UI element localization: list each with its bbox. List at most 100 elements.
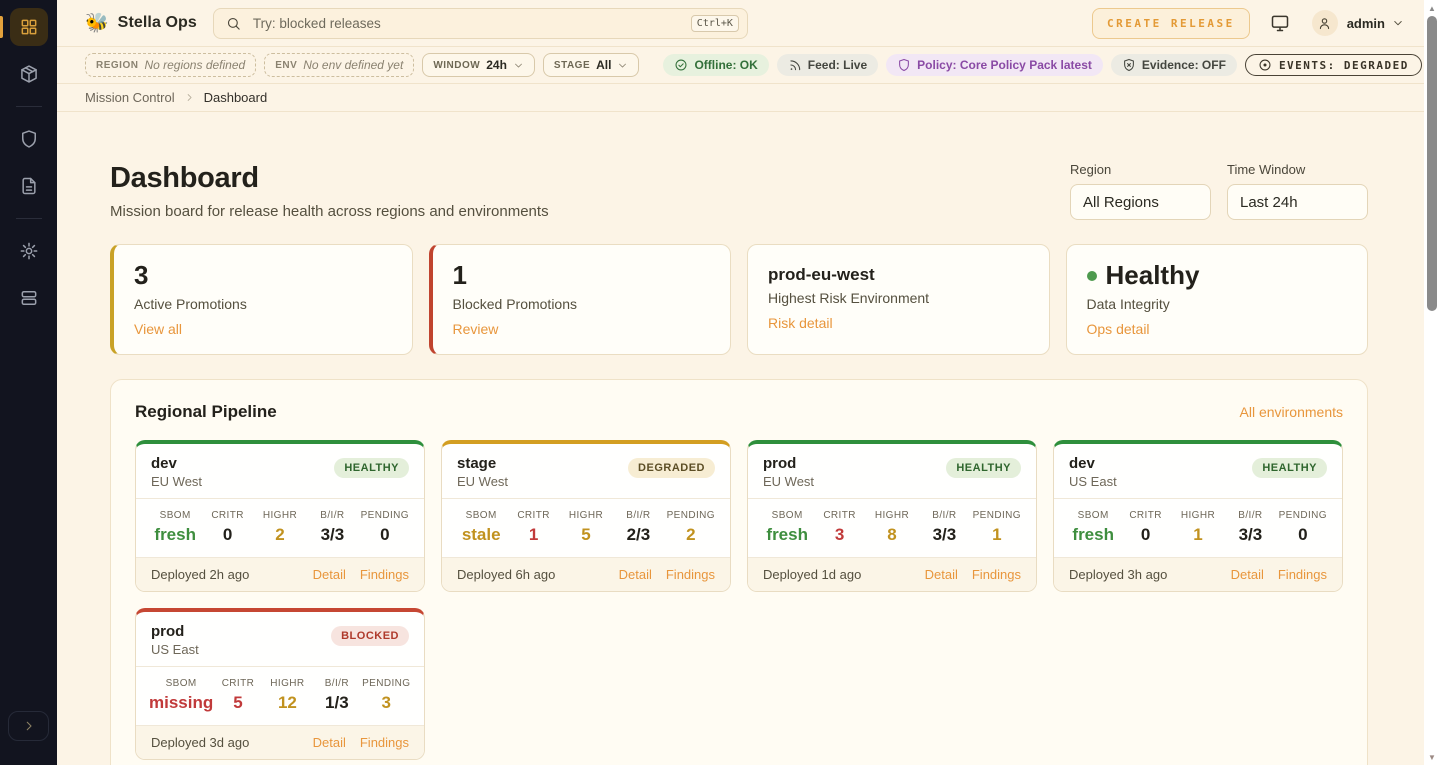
global-search[interactable]: Ctrl+K [213,8,748,39]
deployed-label: Deployed 2h ago [151,567,249,582]
time-window-select-value: Last 24h [1240,194,1298,211]
evidence-status-pill: Evidence: OFF [1111,54,1237,76]
events-status-pill[interactable]: EVENTS: DEGRADED [1245,54,1422,76]
stat-column-value: fresh [1067,525,1119,545]
env-context-pill[interactable]: ENV No env defined yet [264,53,414,77]
stat-pending: PENDING0 [359,510,411,545]
stat-column-value: 3/3 [1224,525,1276,545]
breadcrumb-current: Dashboard [204,90,268,105]
stat-column-value: 1 [1172,525,1224,545]
detail-link[interactable]: Detail [619,567,652,582]
stat-card: Healthy Data Integrity Ops detail [1066,244,1369,355]
stat-value: prod-eu-west [768,265,1029,285]
status-badge: HEALTHY [1252,458,1327,478]
sidebar-item-dashboard[interactable] [10,8,48,46]
sidebar-item-settings[interactable] [10,232,48,270]
detail-link[interactable]: Detail [925,567,958,582]
detail-link[interactable]: Detail [313,567,346,582]
evidence-status-label: Evidence: OFF [1142,58,1226,72]
stat-column-value: 2 [254,525,306,545]
rss-icon [788,58,802,72]
chevron-right-icon [22,719,36,733]
stat-column-value: 2/3 [612,525,664,545]
findings-link[interactable]: Findings [666,567,715,582]
chevron-down-icon [617,60,628,71]
breadcrumb-parent[interactable]: Mission Control [85,90,175,105]
window-context-pill[interactable]: WINDOW 24h [422,53,535,77]
stat-column-label: SBOM [1067,510,1119,521]
all-environments-link[interactable]: All environments [1240,404,1344,420]
stat-column-value: 0 [1119,525,1171,545]
stat-critr: CRITR5 [213,678,262,713]
stat-card: 3 Active Promotions View all [110,244,413,355]
stats-row: SBOMfreshCRITR0HIGHR1B/I/R3/3PENDING0 [1054,498,1342,557]
sidebar-item-releases[interactable] [10,55,48,93]
stat-column-value: 5 [213,693,262,713]
stat-column-label: B/I/R [1224,510,1276,521]
gear-icon [19,241,39,261]
chevron-down-icon [513,60,524,71]
stat-column-label: CRITR [507,510,559,521]
sidebar-collapse-button[interactable] [8,711,49,741]
stat-link[interactable]: Risk detail [768,315,833,331]
user-menu[interactable]: admin [1312,10,1404,36]
stat-column-value: 3 [813,525,865,545]
detail-link[interactable]: Detail [313,735,346,750]
status-badge: BLOCKED [331,626,409,646]
scrollbar-up-arrow[interactable]: ▲ [1424,1,1440,15]
time-window-select[interactable]: Last 24h [1227,184,1368,220]
app-title: Stella Ops [118,14,197,32]
stat-highr: HIGHR12 [263,678,312,713]
findings-link[interactable]: Findings [360,735,409,750]
region-select[interactable]: All Regions [1070,184,1211,220]
search-input[interactable] [253,16,691,31]
pipeline-card: prod US East BLOCKED SBOMmissingCRITR5HI… [135,608,425,760]
status-badge: HEALTHY [946,458,1021,478]
stats-row: SBOMfreshCRITR3HIGHR8B/I/R3/3PENDING1 [748,498,1036,557]
scrollbar-down-arrow[interactable]: ▼ [1424,750,1440,764]
region-pill-label: REGION [96,60,138,71]
offline-status-label: Offline: OK [694,58,757,72]
page-scrollbar[interactable]: ▲ ▼ [1424,0,1440,765]
stat-column-label: HIGHR [1172,510,1224,521]
policy-status-pill: Policy: Core Policy Pack latest [886,54,1103,76]
context-bar: REGION No regions defined ENV No env def… [57,47,1424,84]
stage-context-pill[interactable]: STAGE All [543,53,640,77]
stat-column-label: B/I/R [918,510,970,521]
stat-pending: PENDING3 [362,678,411,713]
stat-column-label: PENDING [665,510,717,521]
sidebar-item-documents[interactable] [10,167,48,205]
findings-link[interactable]: Findings [972,567,1021,582]
stat-sbom: SBOMstale [455,510,507,545]
monitor-icon[interactable] [1270,13,1290,33]
scrollbar-thumb[interactable] [1427,16,1437,311]
stat-column-label: CRITR [813,510,865,521]
findings-link[interactable]: Findings [1278,567,1327,582]
detail-link[interactable]: Detail [1231,567,1264,582]
stat-column-label: SBOM [149,678,213,689]
feed-status-pill: Feed: Live [777,54,878,76]
stat-column-value: 1 [507,525,559,545]
stat-critr: CRITR 3 [813,510,865,545]
region-context-pill[interactable]: REGION No regions defined [85,53,256,77]
sidebar [0,0,57,765]
stat-column-label: HIGHR [254,510,306,521]
findings-link[interactable]: Findings [360,567,409,582]
stat-column-label: SBOM [455,510,507,521]
search-icon [226,16,241,31]
package-icon [19,64,39,84]
pipeline-card: prod EU West HEALTHY SBOMfreshCRITR3HIGH… [747,440,1037,592]
sidebar-item-security[interactable] [10,120,48,158]
stat-link[interactable]: View all [134,321,182,337]
stat-link[interactable]: Ops detail [1087,321,1150,337]
sidebar-divider [16,218,42,219]
stat-link[interactable]: Review [453,321,499,337]
sidebar-item-infrastructure[interactable] [10,279,48,317]
events-status-label: EVENTS: DEGRADED [1279,59,1409,72]
stat-column-value: 3/3 [918,525,970,545]
stage-pill-label: STAGE [554,60,590,71]
policy-status-label: Policy: Core Policy Pack latest [917,58,1092,72]
stat-column-value: 0 [201,525,253,545]
region-select-value: All Regions [1083,194,1159,211]
create-release-button[interactable]: CREATE RELEASE [1092,8,1250,39]
